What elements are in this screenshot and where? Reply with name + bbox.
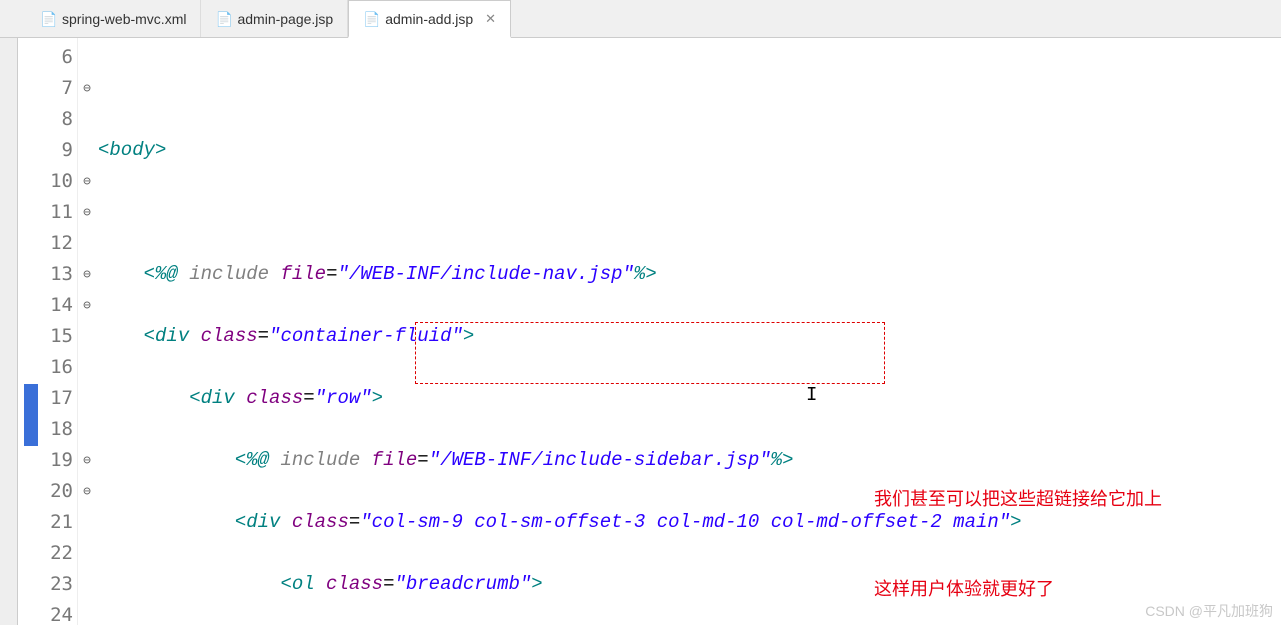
tab-admin-add[interactable]: admin-add.jsp ✕ bbox=[348, 0, 511, 38]
fold-toggle-icon[interactable]: ⊖ bbox=[78, 290, 96, 321]
jsp-file-icon bbox=[363, 11, 379, 27]
code-line: <%@ include file="/WEB-INF/include-nav.j… bbox=[96, 259, 1281, 290]
tab-spring-web-mvc[interactable]: spring-web-mvc.xml bbox=[26, 0, 201, 37]
fold-toggle-icon[interactable]: ⊖ bbox=[78, 73, 96, 104]
tab-label: spring-web-mvc.xml bbox=[62, 11, 186, 27]
vertical-scrollbar-overview[interactable] bbox=[0, 38, 18, 625]
code-line: <div class="row"> bbox=[96, 383, 1281, 414]
annotation-text: 我们甚至可以把这些超链接给它加上 这样用户体验就更好了 bbox=[874, 424, 1162, 625]
close-icon[interactable]: ✕ bbox=[485, 11, 496, 27]
fold-toggle-icon[interactable]: ⊖ bbox=[78, 259, 96, 290]
fold-toggle-icon[interactable]: ⊖ bbox=[78, 197, 96, 228]
code-line: <body> bbox=[96, 135, 1281, 166]
tab-admin-page[interactable]: admin-page.jsp bbox=[201, 0, 348, 37]
ide-editor: spring-web-mvc.xml admin-page.jsp admin-… bbox=[0, 0, 1281, 625]
code-line: <div class="container-fluid"> bbox=[96, 321, 1281, 352]
text-cursor-icon: I bbox=[806, 380, 817, 411]
editor-body: 6 7 8 9 10 11 12 13 14 15 16 17 18 19 20… bbox=[0, 38, 1281, 625]
jsp-file-icon bbox=[215, 11, 231, 27]
watermark: CSDN @平凡加班狗 bbox=[1145, 601, 1273, 621]
tab-bar: spring-web-mvc.xml admin-page.jsp admin-… bbox=[0, 0, 1281, 38]
fold-toggle-icon[interactable]: ⊖ bbox=[78, 166, 96, 197]
xml-file-icon bbox=[40, 11, 56, 27]
line-number-gutter[interactable]: 6 7 8 9 10 11 12 13 14 15 16 17 18 19 20… bbox=[18, 38, 78, 625]
fold-toggle-icon[interactable]: ⊖ bbox=[78, 476, 96, 507]
code-line bbox=[96, 197, 1281, 228]
fold-column[interactable]: ⊖ ⊖ ⊖ ⊖ ⊖ ⊖ ⊖ bbox=[78, 38, 96, 625]
tab-label: admin-page.jsp bbox=[237, 11, 333, 27]
code-editor[interactable]: <body> <%@ include file="/WEB-INF/includ… bbox=[96, 38, 1281, 625]
code-line bbox=[96, 73, 1281, 104]
tab-label: admin-add.jsp bbox=[385, 11, 473, 27]
fold-toggle-icon[interactable]: ⊖ bbox=[78, 445, 96, 476]
